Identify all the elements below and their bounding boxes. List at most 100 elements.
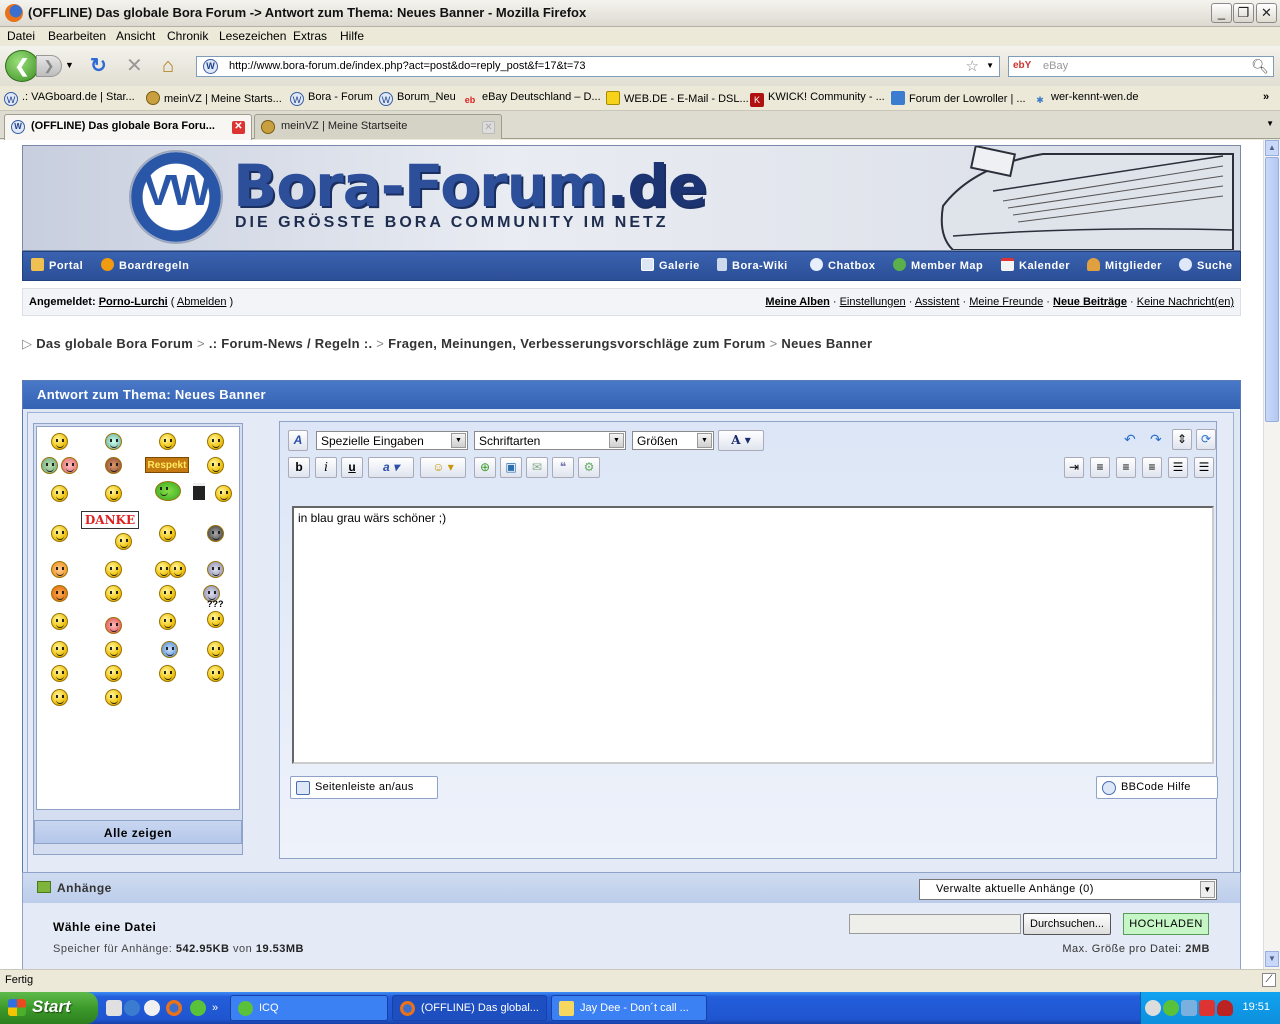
- resize-grip-icon[interactable]: ⟋: [1262, 973, 1276, 987]
- resize-icon[interactable]: ⇕: [1172, 429, 1192, 450]
- bookmark-item[interactable]: Forum der Lowroller | ...: [891, 91, 1026, 105]
- bookmark-item[interactable]: W Borum_Neu: [379, 91, 456, 106]
- size-select[interactable]: Größen ▼: [632, 431, 714, 450]
- search-icon[interactable]: 🔍︎: [1251, 58, 1269, 75]
- smiley-icon[interactable]: [207, 665, 224, 682]
- smiley-icon[interactable]: [51, 613, 68, 630]
- special-input-select[interactable]: Spezielle Eingaben ▼: [316, 431, 468, 450]
- danke-smiley[interactable]: DANKE: [81, 511, 139, 529]
- browse-button[interactable]: Durchsuchen...: [1023, 913, 1111, 935]
- smiley-icon[interactable]: [159, 613, 176, 630]
- smiley-icon[interactable]: [51, 585, 68, 602]
- link-einstellungen[interactable]: Einstellungen: [840, 296, 906, 308]
- insert-image-icon[interactable]: ▣: [500, 457, 522, 478]
- tab-bora-forum[interactable]: W (OFFLINE) Das globale Bora Foru... ✕: [4, 114, 252, 140]
- show-all-smileys-button[interactable]: Alle zeigen: [34, 820, 242, 844]
- smiley-icon[interactable]: [159, 665, 176, 682]
- icq-icon[interactable]: [190, 1000, 206, 1016]
- ordered-list-icon[interactable]: ☰: [1168, 457, 1188, 478]
- sidebar-toggle-button[interactable]: Seitenleiste an/aus: [290, 776, 438, 799]
- nav-suche[interactable]: Suche: [1179, 258, 1233, 272]
- smiley-icon[interactable]: [61, 457, 78, 474]
- search-input[interactable]: eBay: [1043, 60, 1068, 72]
- nav-kalender[interactable]: Kalender: [1001, 258, 1070, 272]
- close-button[interactable]: ✕: [1256, 3, 1277, 23]
- link-meine-freunde[interactable]: Meine Freunde: [969, 296, 1043, 308]
- logout-link[interactable]: Abmelden: [177, 296, 227, 308]
- special-input-icon[interactable]: A: [288, 430, 308, 451]
- menu-datei[interactable]: Datei: [7, 29, 35, 43]
- align-left-icon[interactable]: ≡: [1090, 457, 1110, 478]
- smiley-icon[interactable]: [155, 481, 181, 501]
- smiley-icon[interactable]: [207, 611, 224, 628]
- breadcrumb-item[interactable]: Neues Banner: [781, 336, 872, 351]
- tab-meinvz[interactable]: meinVZ | Meine Startseite ✕: [254, 114, 502, 139]
- upload-button[interactable]: HOCHLADEN: [1123, 913, 1209, 935]
- smiley-icon[interactable]: [51, 525, 68, 542]
- vertical-scrollbar[interactable]: ▲ ▼: [1263, 140, 1280, 969]
- menu-chronik[interactable]: Chronik: [167, 29, 208, 43]
- back-button[interactable]: ❮: [5, 50, 39, 82]
- url-bar[interactable]: W http://www.bora-forum.de/index.php?act…: [196, 56, 1000, 77]
- tray-arrow-icon[interactable]: [1145, 1000, 1161, 1016]
- font-select[interactable]: Schriftarten ▼: [474, 431, 626, 450]
- underline-button[interactable]: u: [341, 457, 363, 478]
- link-meine-alben[interactable]: Meine Alben: [765, 296, 829, 308]
- start-button[interactable]: Start: [0, 992, 98, 1024]
- smiley-icon[interactable]: [105, 485, 122, 502]
- align-right-icon[interactable]: ≡: [1142, 457, 1162, 478]
- link-assistent[interactable]: Assistent: [915, 296, 960, 308]
- smiley-icon[interactable]: [51, 485, 68, 502]
- bookmark-item[interactable]: W.: VAGboard.de | Star...: [4, 91, 135, 106]
- bookmark-item[interactable]: ✱ wer-kennt-wen.de: [1033, 91, 1138, 107]
- quicklaunch-overflow-icon[interactable]: »: [212, 1000, 228, 1016]
- nav-boardregeln[interactable]: Boardregeln: [101, 258, 189, 272]
- beer-smiley[interactable]: [193, 483, 205, 500]
- switch-editor-icon[interactable]: ⟳: [1196, 429, 1216, 450]
- task-firefox[interactable]: (OFFLINE) Das global...: [392, 995, 547, 1021]
- scroll-down-icon[interactable]: ▼: [1265, 951, 1279, 967]
- bold-button[interactable]: b: [288, 457, 310, 478]
- bookmarks-overflow-icon[interactable]: »: [1263, 91, 1269, 103]
- smiley-icon[interactable]: [105, 617, 122, 634]
- manage-attachments-select[interactable]: Verwalte aktuelle Anhänge (0) ▼: [919, 879, 1217, 900]
- link-nachrichten[interactable]: Keine Nachricht(en): [1137, 296, 1234, 308]
- reload-icon[interactable]: ↻: [90, 55, 107, 77]
- undo-icon[interactable]: ↶: [1124, 431, 1136, 448]
- font-style-button[interactable]: a ▾: [368, 457, 414, 478]
- menu-hilfe[interactable]: Hilfe: [340, 29, 364, 43]
- indent-icon[interactable]: ⇥: [1064, 457, 1084, 478]
- insert-quote-icon[interactable]: ❝: [552, 457, 574, 478]
- bbcode-help-button[interactable]: BBCode Hilfe: [1096, 776, 1218, 799]
- smiley-icon[interactable]: [207, 641, 224, 658]
- media-icon[interactable]: [144, 1000, 160, 1016]
- task-media[interactable]: Jay Dee - Don´t call ...: [551, 995, 707, 1021]
- home-icon[interactable]: ⌂: [162, 55, 174, 77]
- smiley-icon[interactable]: [105, 561, 122, 578]
- maximize-button[interactable]: ❐: [1233, 3, 1254, 23]
- smiley-icon[interactable]: [115, 533, 132, 550]
- bookmark-item[interactable]: meinVZ | Meine Starts...: [146, 91, 282, 105]
- search-bar[interactable]: ebY eBay 🔍︎: [1008, 56, 1274, 77]
- scrollbar-thumb[interactable]: [1265, 157, 1279, 422]
- smiley-icon[interactable]: [207, 457, 224, 474]
- smiley-menu-button[interactable]: ☺ ▾: [420, 457, 466, 478]
- menu-lesezeichen[interactable]: Lesezeichen: [219, 29, 286, 43]
- smiley-icon[interactable]: [51, 433, 68, 450]
- respekt-smiley[interactable]: Respekt: [145, 457, 189, 473]
- quicklaunch-icon[interactable]: [106, 1000, 122, 1016]
- link-neue-beitraege[interactable]: Neue Beiträge: [1053, 296, 1127, 308]
- task-icq[interactable]: ICQ: [230, 995, 388, 1021]
- smiley-icon[interactable]: [105, 457, 122, 474]
- tray-icq-icon[interactable]: [1163, 1000, 1179, 1016]
- insert-email-icon[interactable]: ✉: [526, 457, 548, 478]
- tray-shield-icon[interactable]: [1217, 1000, 1233, 1016]
- smiley-icon[interactable]: [51, 665, 68, 682]
- history-dropdown-icon[interactable]: ▼: [65, 60, 74, 70]
- tray-antivirus-icon[interactable]: [1199, 1000, 1215, 1016]
- insert-link-icon[interactable]: ⊕: [474, 457, 496, 478]
- unordered-list-icon[interactable]: ☰: [1194, 457, 1214, 478]
- smiley-icon[interactable]: [41, 457, 58, 474]
- menu-extras[interactable]: Extras: [293, 29, 327, 43]
- message-textarea[interactable]: in blau grau wärs schöner ;): [292, 506, 1214, 764]
